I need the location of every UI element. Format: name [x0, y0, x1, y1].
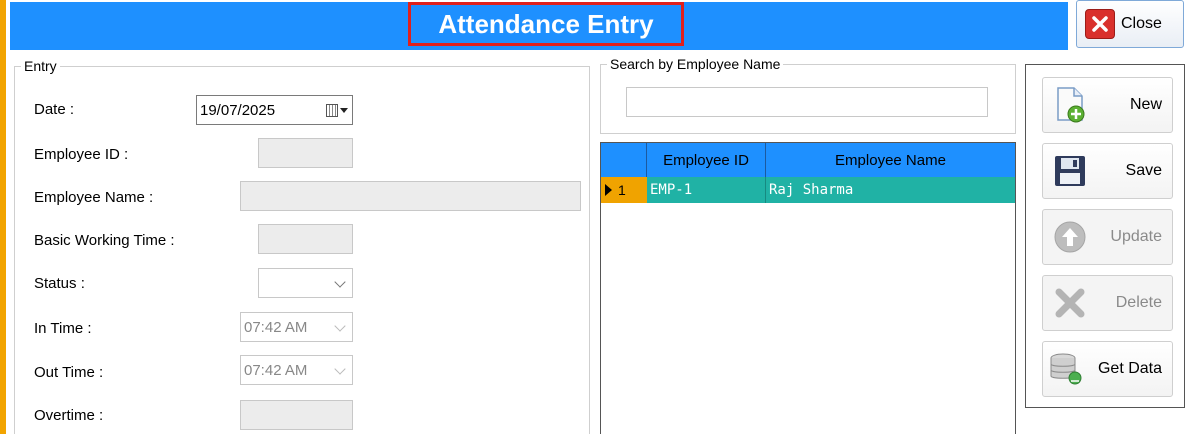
new-button-label: New — [1129, 96, 1162, 113]
employee-id-label: Employee ID : — [34, 146, 129, 163]
left-accent-strip — [0, 0, 6, 434]
column-header-employee-id[interactable]: Employee ID — [647, 143, 766, 177]
new-button[interactable]: New — [1042, 77, 1173, 133]
in-time-picker[interactable]: 07:42 AM — [240, 312, 353, 342]
save-button-label: Save — [1125, 162, 1162, 179]
date-label: Date : — [34, 101, 75, 118]
close-button[interactable]: Close — [1076, 0, 1184, 48]
out-time-value: 07:42 AM — [244, 361, 308, 379]
get-data-button-label: Get Data — [1097, 360, 1162, 377]
search-legend: Search by Employee Name — [610, 56, 781, 72]
update-button-label: Update — [1110, 228, 1162, 245]
save-button[interactable]: Save — [1042, 143, 1173, 199]
basic-working-time-label: Basic Working Time : — [34, 232, 175, 249]
row-index: 1 — [618, 182, 626, 198]
overtime-label: Overtime : — [34, 407, 104, 424]
grid-corner-header — [601, 143, 647, 177]
chevron-down-icon — [334, 276, 346, 288]
grid-header: Employee ID Employee Name — [601, 143, 1015, 177]
action-toolbar: New Save Update Delete Get Data — [1025, 64, 1185, 408]
employee-name-field[interactable] — [240, 181, 581, 211]
chevron-down-icon — [334, 320, 346, 332]
cell-employee-id[interactable]: EMP-1 — [647, 177, 766, 203]
in-time-value: 07:42 AM — [244, 318, 308, 336]
delete-x-icon — [1051, 284, 1089, 322]
database-icon — [1047, 350, 1085, 388]
date-picker[interactable]: 19/07/2025 — [196, 95, 353, 125]
employee-name-label: Employee Name : — [34, 189, 154, 206]
entry-legend: Entry — [24, 58, 57, 74]
page-title: Attendance Entry — [438, 8, 654, 39]
floppy-disk-icon — [1051, 152, 1089, 190]
chevron-down-icon — [334, 363, 346, 375]
date-value: 19/07/2025 — [200, 101, 276, 119]
status-combobox[interactable] — [258, 268, 353, 298]
table-row[interactable]: 1 EMP-1 Raj Sharma — [601, 177, 1015, 203]
out-time-picker[interactable]: 07:42 AM — [240, 355, 353, 385]
in-time-label: In Time : — [34, 320, 92, 337]
basic-working-time-field[interactable] — [258, 224, 353, 254]
row-header[interactable]: 1 — [601, 177, 647, 203]
employee-id-field[interactable] — [258, 138, 353, 168]
calendar-dropdown-icon[interactable] — [326, 103, 348, 117]
close-icon — [1085, 9, 1115, 39]
employee-grid[interactable]: Employee ID Employee Name 1 EMP-1 Raj Sh… — [600, 142, 1016, 434]
close-button-label: Close — [1121, 15, 1162, 32]
update-button[interactable]: Update — [1042, 209, 1173, 265]
title-bar: Attendance Entry — [10, 2, 1068, 50]
cell-employee-name[interactable]: Raj Sharma — [766, 177, 1015, 203]
out-time-label: Out Time : — [34, 364, 104, 381]
delete-button-label: Delete — [1115, 294, 1162, 311]
row-pointer-icon — [605, 184, 612, 196]
get-data-button[interactable]: Get Data — [1042, 341, 1173, 397]
title-highlight-box: Attendance Entry — [408, 2, 684, 46]
delete-button[interactable]: Delete — [1042, 275, 1173, 331]
new-document-icon — [1051, 86, 1089, 124]
column-header-employee-name[interactable]: Employee Name — [766, 143, 1015, 177]
search-input[interactable] — [626, 87, 988, 117]
overtime-field[interactable] — [240, 400, 353, 430]
status-label: Status : — [34, 275, 85, 292]
up-arrow-circle-icon — [1051, 218, 1089, 256]
